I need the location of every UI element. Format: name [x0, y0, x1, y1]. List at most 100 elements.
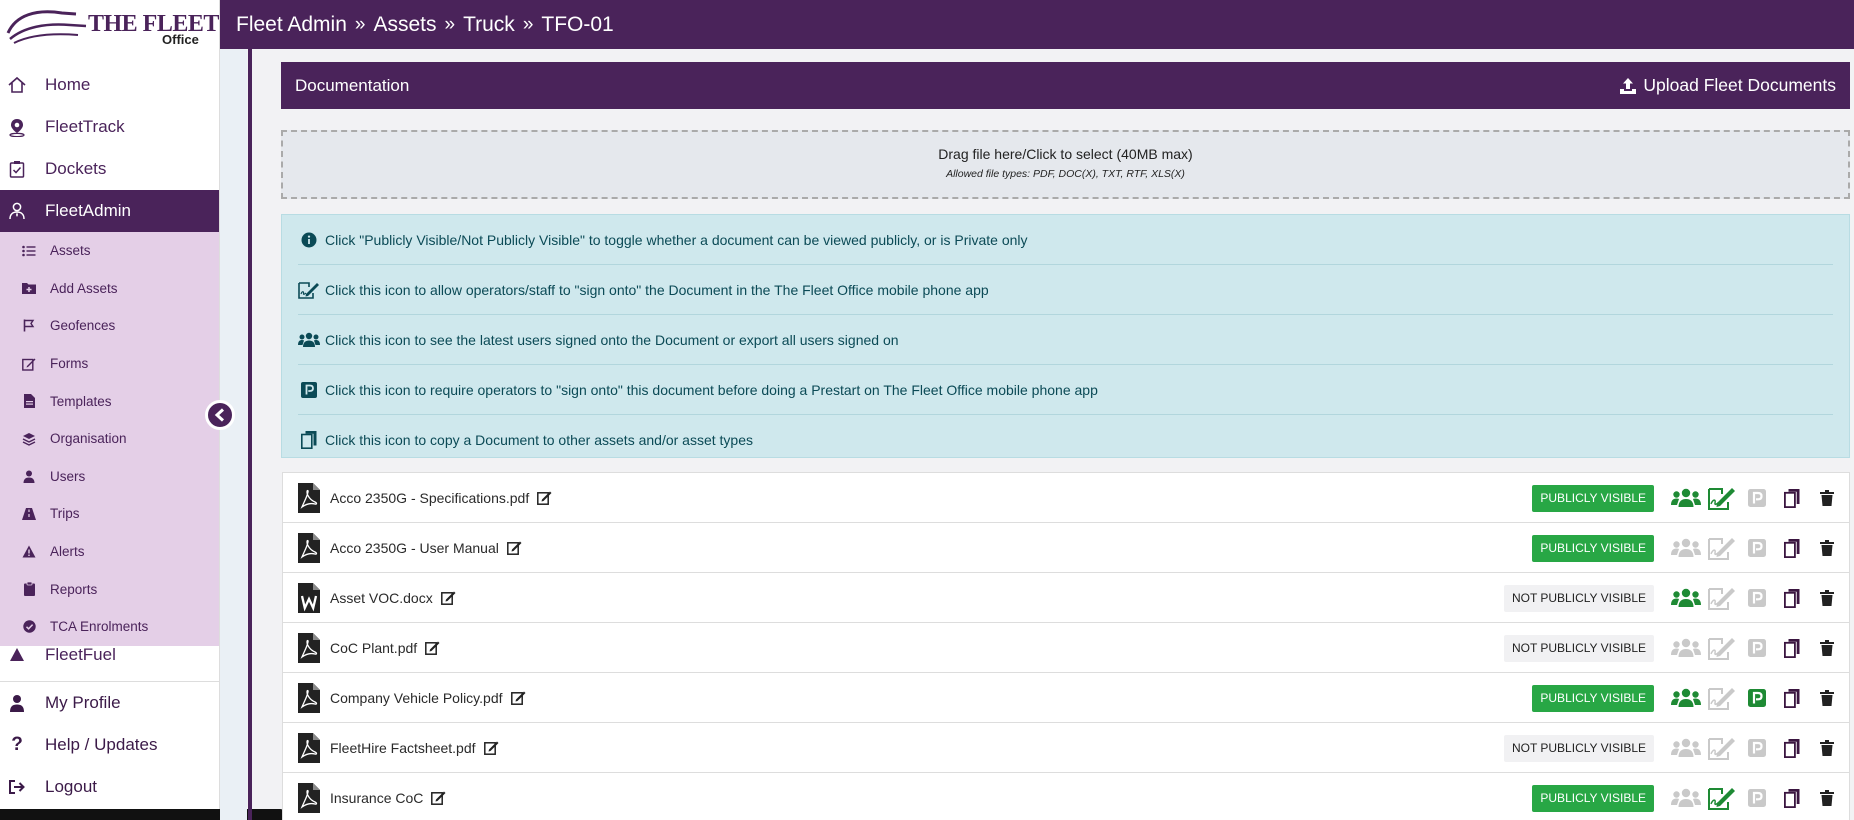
breadcrumb-item[interactable]: Truck [463, 13, 515, 37]
rename-edit-icon[interactable] [431, 790, 446, 805]
visibility-toggle-button[interactable]: NOT PUBLICLY VISIBLE [1503, 734, 1654, 762]
edit-icon [22, 357, 36, 371]
copy-icon[interactable] [1774, 488, 1809, 508]
signed-users-icon[interactable] [1668, 688, 1704, 708]
sidebar-item-fleettrack[interactable]: FleetTrack [0, 106, 219, 148]
rename-edit-icon[interactable] [537, 490, 552, 505]
sidebar-item-users[interactable]: Users [0, 458, 219, 496]
copy-icon[interactable] [1774, 688, 1809, 708]
document-name-link[interactable]: Company Vehicle Policy.pdf [330, 690, 503, 706]
sidebar-item-help-updates[interactable]: ? Help / Updates [0, 724, 219, 766]
signed-users-icon[interactable] [1668, 638, 1704, 658]
sidebar-item-geofences[interactable]: Geofences [0, 307, 219, 345]
sidebar-item-home[interactable]: Home [0, 64, 219, 106]
sidebar-item-assets[interactable]: Assets [0, 232, 219, 270]
copy-icon[interactable] [1774, 638, 1809, 658]
rename-edit-icon[interactable] [440, 590, 456, 605]
breadcrumb-separator: » [444, 13, 456, 35]
sidebar-item-my-profile[interactable]: My Profile [0, 682, 219, 724]
trash-icon[interactable] [1809, 640, 1844, 656]
signature-icon[interactable] [1704, 636, 1739, 660]
visibility-toggle-button[interactable]: NOT PUBLICLY VISIBLE [1503, 584, 1654, 612]
sidebar-collapse-button[interactable] [205, 400, 235, 430]
document-actions: PUBLICLY VISIBLE [1532, 523, 1849, 573]
prestart-parking-icon[interactable] [1739, 689, 1774, 707]
document-name-link[interactable]: CoC Plant.pdf [330, 640, 417, 656]
prestart-parking-icon[interactable] [1739, 489, 1774, 507]
copy-icon[interactable] [1774, 738, 1809, 758]
file-dropzone[interactable]: Drag file here/Click to select (40MB max… [281, 130, 1850, 199]
logo[interactable]: THE FLEET Office [0, 0, 219, 50]
sidebar-item-label: FleetFuel [45, 645, 116, 664]
flag-icon [22, 319, 36, 333]
question-icon: ? [11, 734, 23, 755]
sidebar-item-reports[interactable]: Reports [0, 570, 219, 608]
visibility-toggle-button[interactable]: PUBLICLY VISIBLE [1532, 484, 1654, 512]
rename-edit-icon[interactable] [483, 740, 499, 755]
signed-users-icon[interactable] [1668, 588, 1704, 608]
sidebar-item-templates[interactable]: Templates [0, 382, 219, 420]
trash-icon[interactable] [1809, 790, 1844, 806]
sidebar-item-forms[interactable]: Forms [0, 345, 219, 383]
breadcrumb-item[interactable]: Fleet Admin [236, 13, 347, 37]
sidebar-item-alerts[interactable]: Alerts [0, 533, 219, 571]
trash-icon[interactable] [1809, 490, 1844, 506]
signature-icon[interactable] [1704, 736, 1739, 760]
rename-edit-icon[interactable] [506, 540, 522, 555]
trash-icon[interactable] [1809, 690, 1844, 706]
sidebar-item-tca-enrolments[interactable]: TCA Enrolments [0, 608, 219, 646]
upload-fleet-documents-button[interactable]: Upload Fleet Documents [1619, 75, 1836, 96]
document-name-link[interactable]: Acco 2350G - User Manual [330, 540, 499, 556]
breadcrumb-item[interactable]: Assets [373, 13, 436, 37]
info-alert: Click "Publicly Visible/Not Publicly Vis… [281, 214, 1850, 458]
signature-icon[interactable] [1704, 786, 1739, 810]
visibility-toggle-button[interactable]: NOT PUBLICLY VISIBLE [1503, 634, 1654, 662]
sidebar-item-fleetadmin[interactable]: FleetAdmin [0, 190, 219, 232]
sidebar-item-logout[interactable]: Logout [0, 766, 219, 808]
document-name-link[interactable]: Acco 2350G - Specifications.pdf [330, 490, 529, 506]
documentation-header: Documentation Upload Fleet Documents [281, 62, 1850, 109]
info-text: Click this icon to copy a Document to ot… [325, 432, 753, 448]
visibility-toggle-button[interactable]: PUBLICLY VISIBLE [1532, 784, 1654, 812]
sidebar-item-organisation[interactable]: Organisation [0, 420, 219, 458]
sidebar-item-label: Forms [50, 356, 89, 372]
document-name-link[interactable]: FleetHire Factsheet.pdf [330, 740, 476, 756]
copy-icon[interactable] [1774, 788, 1809, 808]
prestart-parking-icon[interactable] [1739, 589, 1774, 607]
trash-icon[interactable] [1809, 540, 1844, 556]
rename-edit-icon[interactable] [510, 690, 526, 705]
document-name-link[interactable]: Insurance CoC [330, 790, 423, 806]
layers-icon [22, 432, 36, 446]
rename-edit-icon[interactable] [425, 640, 440, 655]
info-text: Click this icon to require operators to … [325, 381, 1098, 398]
trash-icon[interactable] [1809, 590, 1844, 606]
document-name-link[interactable]: Asset VOC.docx [330, 590, 433, 606]
copy-icon[interactable] [1774, 538, 1809, 558]
sidebar-item-add-assets[interactable]: Add Assets [0, 270, 219, 308]
signed-users-icon[interactable] [1668, 488, 1704, 508]
signature-icon[interactable] [1704, 536, 1739, 560]
signature-icon[interactable] [1704, 486, 1739, 510]
clipboard-icon [22, 582, 36, 597]
warning-icon [22, 545, 36, 559]
signature-icon[interactable] [1704, 586, 1739, 610]
signed-users-icon[interactable] [1668, 788, 1704, 808]
signed-users-icon[interactable] [1668, 738, 1704, 758]
visibility-toggle-button[interactable]: PUBLICLY VISIBLE [1532, 684, 1654, 712]
pdf-file-icon [298, 482, 322, 513]
signed-users-icon[interactable] [1668, 538, 1704, 558]
sidebar-item-dockets[interactable]: Dockets [0, 148, 219, 190]
sidebar-item-trips[interactable]: Trips [0, 495, 219, 533]
sidebar-item-fleetfuel[interactable]: FleetFuel [0, 646, 219, 668]
visibility-toggle-button[interactable]: PUBLICLY VISIBLE [1532, 534, 1654, 562]
prestart-parking-icon[interactable] [1739, 539, 1774, 557]
info-row: Click "Publicly Visible/Not Publicly Vis… [298, 215, 1833, 265]
prestart-parking-icon[interactable] [1739, 789, 1774, 807]
copy-icon [298, 430, 320, 450]
trash-icon[interactable] [1809, 740, 1844, 756]
prestart-parking-icon[interactable] [1739, 639, 1774, 657]
folder-plus-icon [22, 281, 36, 295]
copy-icon[interactable] [1774, 588, 1809, 608]
signature-icon[interactable] [1704, 686, 1739, 710]
prestart-parking-icon[interactable] [1739, 739, 1774, 757]
